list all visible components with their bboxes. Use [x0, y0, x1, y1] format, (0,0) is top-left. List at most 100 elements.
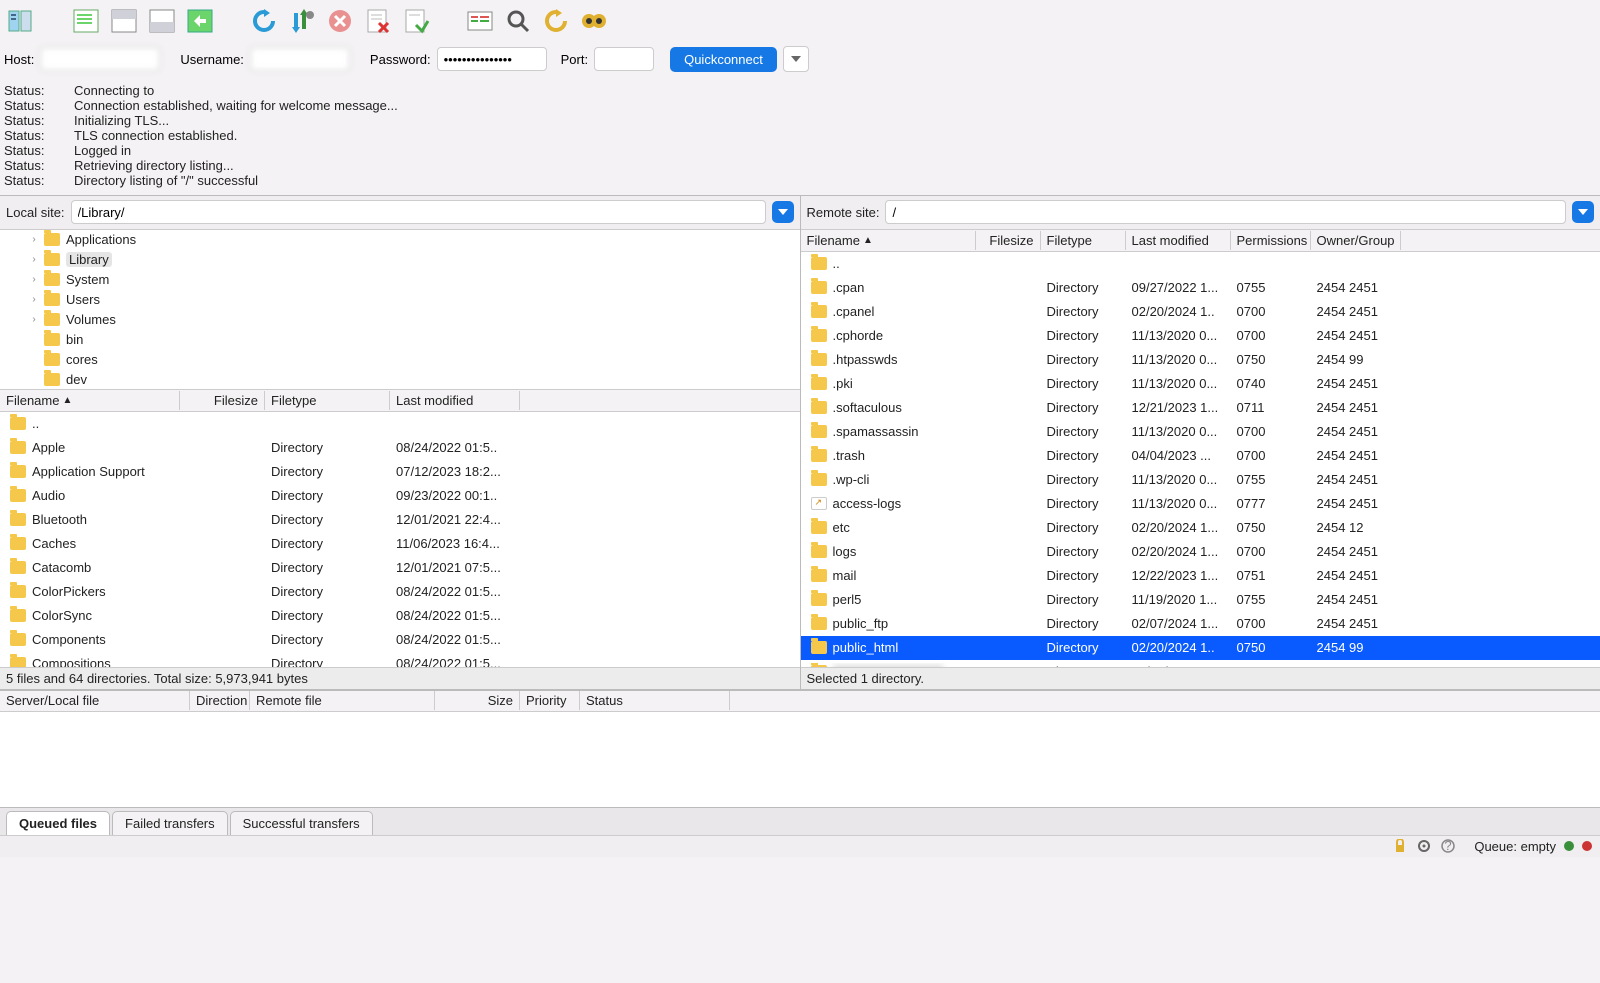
list-item[interactable]: .spamassassinDirectory11/13/2020 0...070…	[801, 420, 1600, 444]
toggle-local-tree-icon[interactable]	[108, 5, 140, 37]
folder-icon	[811, 401, 827, 414]
list-item[interactable]: .cpanelDirectory02/20/2024 1..07002454 2…	[801, 300, 1600, 324]
process-queue-icon[interactable]	[286, 5, 318, 37]
local-file-list[interactable]: Filename▲ Filesize Filetype Last modifie…	[0, 390, 800, 667]
list-item[interactable]: CompositionsDirectory08/24/2022 01:5...	[0, 652, 800, 667]
file-name: .htpasswds	[833, 352, 898, 367]
list-item[interactable]: mailDirectory12/22/2023 1...07512454 245…	[801, 564, 1600, 588]
list-item[interactable]: CachesDirectory11/06/2023 16:4...	[0, 532, 800, 556]
list-item[interactable]: public_htmlDirectory02/20/2024 1..075024…	[801, 636, 1600, 660]
username-input[interactable]	[250, 47, 350, 71]
col-priority[interactable]: Priority	[520, 691, 580, 710]
list-item[interactable]: .cpanDirectory09/27/2022 1...07552454 24…	[801, 276, 1600, 300]
quickconnect-history-dropdown[interactable]	[783, 46, 809, 72]
list-item[interactable]: ..	[801, 252, 1600, 276]
col-direction[interactable]: Direction	[190, 691, 250, 710]
toggle-remote-tree-icon[interactable]	[146, 5, 178, 37]
col-remote-file[interactable]: Remote file	[250, 691, 435, 710]
col-server-local[interactable]: Server/Local file	[0, 691, 190, 710]
search-icon[interactable]	[502, 5, 534, 37]
gear-icon[interactable]	[1416, 838, 1432, 854]
port-input[interactable]	[594, 47, 654, 71]
col-owner[interactable]: Owner/Group	[1311, 231, 1401, 250]
password-input[interactable]	[437, 47, 547, 71]
host-label: Host:	[4, 52, 34, 67]
list-item[interactable]: CatacombDirectory12/01/2021 07:5...	[0, 556, 800, 580]
sync-browse-icon[interactable]	[578, 5, 610, 37]
tab-queued-files[interactable]: Queued files	[6, 811, 110, 835]
list-item[interactable]: ComponentsDirectory08/24/2022 01:5...	[0, 628, 800, 652]
tab-successful-transfers[interactable]: Successful transfers	[230, 811, 373, 835]
col-filename[interactable]: Filename▲	[801, 231, 976, 250]
svg-text:?: ?	[1445, 839, 1452, 853]
toggle-log-icon[interactable]	[70, 5, 102, 37]
list-item[interactable]: .cphordeDirectory11/13/2020 0...07002454…	[801, 324, 1600, 348]
list-item[interactable]: .wp-cliDirectory11/13/2020 0...07552454 …	[801, 468, 1600, 492]
list-item[interactable]: etcDirectory02/20/2024 1...07502454 12	[801, 516, 1600, 540]
folder-icon	[811, 593, 827, 606]
lock-icon[interactable]	[1392, 838, 1408, 854]
list-item[interactable]: Application SupportDirectory07/12/2023 1…	[0, 460, 800, 484]
list-item[interactable]: .softaculousDirectory12/21/2023 1...0711…	[801, 396, 1600, 420]
compare-icon[interactable]	[540, 5, 572, 37]
local-tree[interactable]: ›Applications›Library›System›Users›Volum…	[0, 230, 800, 390]
col-lastmodified[interactable]: Last modified	[390, 391, 520, 410]
refresh-icon[interactable]	[248, 5, 280, 37]
tree-item[interactable]: ›Applications	[0, 230, 800, 250]
quickconnect-button[interactable]: Quickconnect	[670, 47, 777, 72]
quickconnect-bar: Host: Username: Password: Port: Quickcon…	[0, 42, 1600, 82]
col-filetype[interactable]: Filetype	[265, 391, 390, 410]
list-item[interactable]: ..	[0, 412, 800, 436]
col-status[interactable]: Status	[580, 691, 730, 710]
col-filename[interactable]: Filename▲	[0, 391, 180, 410]
reconnect-icon[interactable]	[400, 5, 432, 37]
tree-item[interactable]: ›System	[0, 270, 800, 290]
filter-icon[interactable]	[464, 5, 496, 37]
remote-path-input[interactable]	[885, 200, 1566, 224]
folder-icon	[811, 521, 827, 534]
list-item[interactable]: .htpasswdsDirectory11/13/2020 0...075024…	[801, 348, 1600, 372]
file-modified: 09/23/2022 00:1..	[390, 486, 520, 505]
list-item[interactable]: public_ftpDirectory02/07/2024 1...070024…	[801, 612, 1600, 636]
local-path-dropdown[interactable]	[772, 201, 794, 223]
file-name: Application Support	[32, 464, 145, 479]
list-item[interactable]: perl5Directory11/19/2020 1...07552454 24…	[801, 588, 1600, 612]
transfer-queue[interactable]	[0, 712, 1600, 807]
col-filesize[interactable]: Filesize	[180, 391, 265, 410]
col-lastmodified[interactable]: Last modified	[1126, 231, 1231, 250]
tab-failed-transfers[interactable]: Failed transfers	[112, 811, 228, 835]
col-filetype[interactable]: Filetype	[1041, 231, 1126, 250]
file-permissions: 0740	[1231, 374, 1311, 393]
remote-path-dropdown[interactable]	[1572, 201, 1594, 223]
file-modified: 04/04/2023 ...	[1126, 662, 1231, 667]
file-modified: 11/13/2020 0...	[1126, 374, 1231, 393]
col-permissions[interactable]: Permissions	[1231, 231, 1311, 250]
list-item[interactable]: AppleDirectory08/24/2022 01:5..	[0, 436, 800, 460]
cancel-icon[interactable]	[324, 5, 356, 37]
status-bar: ? Queue: empty	[0, 835, 1600, 857]
tree-item[interactable]: ›Users	[0, 290, 800, 310]
list-item[interactable]: Directory04/04/2023 ...07552454 2451	[801, 660, 1600, 667]
remote-file-list[interactable]: Filename▲ Filesize Filetype Last modifie…	[801, 230, 1600, 667]
list-item[interactable]: access-logsDirectory11/13/2020 0...07772…	[801, 492, 1600, 516]
list-item[interactable]: logsDirectory02/20/2024 1...07002454 245…	[801, 540, 1600, 564]
col-filesize[interactable]: Filesize	[976, 231, 1041, 250]
disconnect-icon[interactable]	[362, 5, 394, 37]
tree-item[interactable]: dev	[0, 370, 800, 390]
list-item[interactable]: BluetoothDirectory12/01/2021 22:4...	[0, 508, 800, 532]
tree-item[interactable]: ›Volumes	[0, 310, 800, 330]
help-icon[interactable]: ?	[1440, 838, 1456, 854]
tree-item[interactable]: cores	[0, 350, 800, 370]
list-item[interactable]: ColorSyncDirectory08/24/2022 01:5...	[0, 604, 800, 628]
site-manager-icon[interactable]	[6, 5, 38, 37]
list-item[interactable]: ColorPickersDirectory08/24/2022 01:5...	[0, 580, 800, 604]
tree-item[interactable]: bin	[0, 330, 800, 350]
toggle-queue-icon[interactable]	[184, 5, 216, 37]
list-item[interactable]: .trashDirectory04/04/2023 ...07002454 24…	[801, 444, 1600, 468]
col-size[interactable]: Size	[435, 691, 520, 710]
local-path-input[interactable]	[71, 200, 766, 224]
list-item[interactable]: AudioDirectory09/23/2022 00:1..	[0, 484, 800, 508]
tree-item[interactable]: ›Library	[0, 250, 800, 270]
host-input[interactable]	[40, 47, 160, 71]
list-item[interactable]: .pkiDirectory11/13/2020 0...07402454 245…	[801, 372, 1600, 396]
